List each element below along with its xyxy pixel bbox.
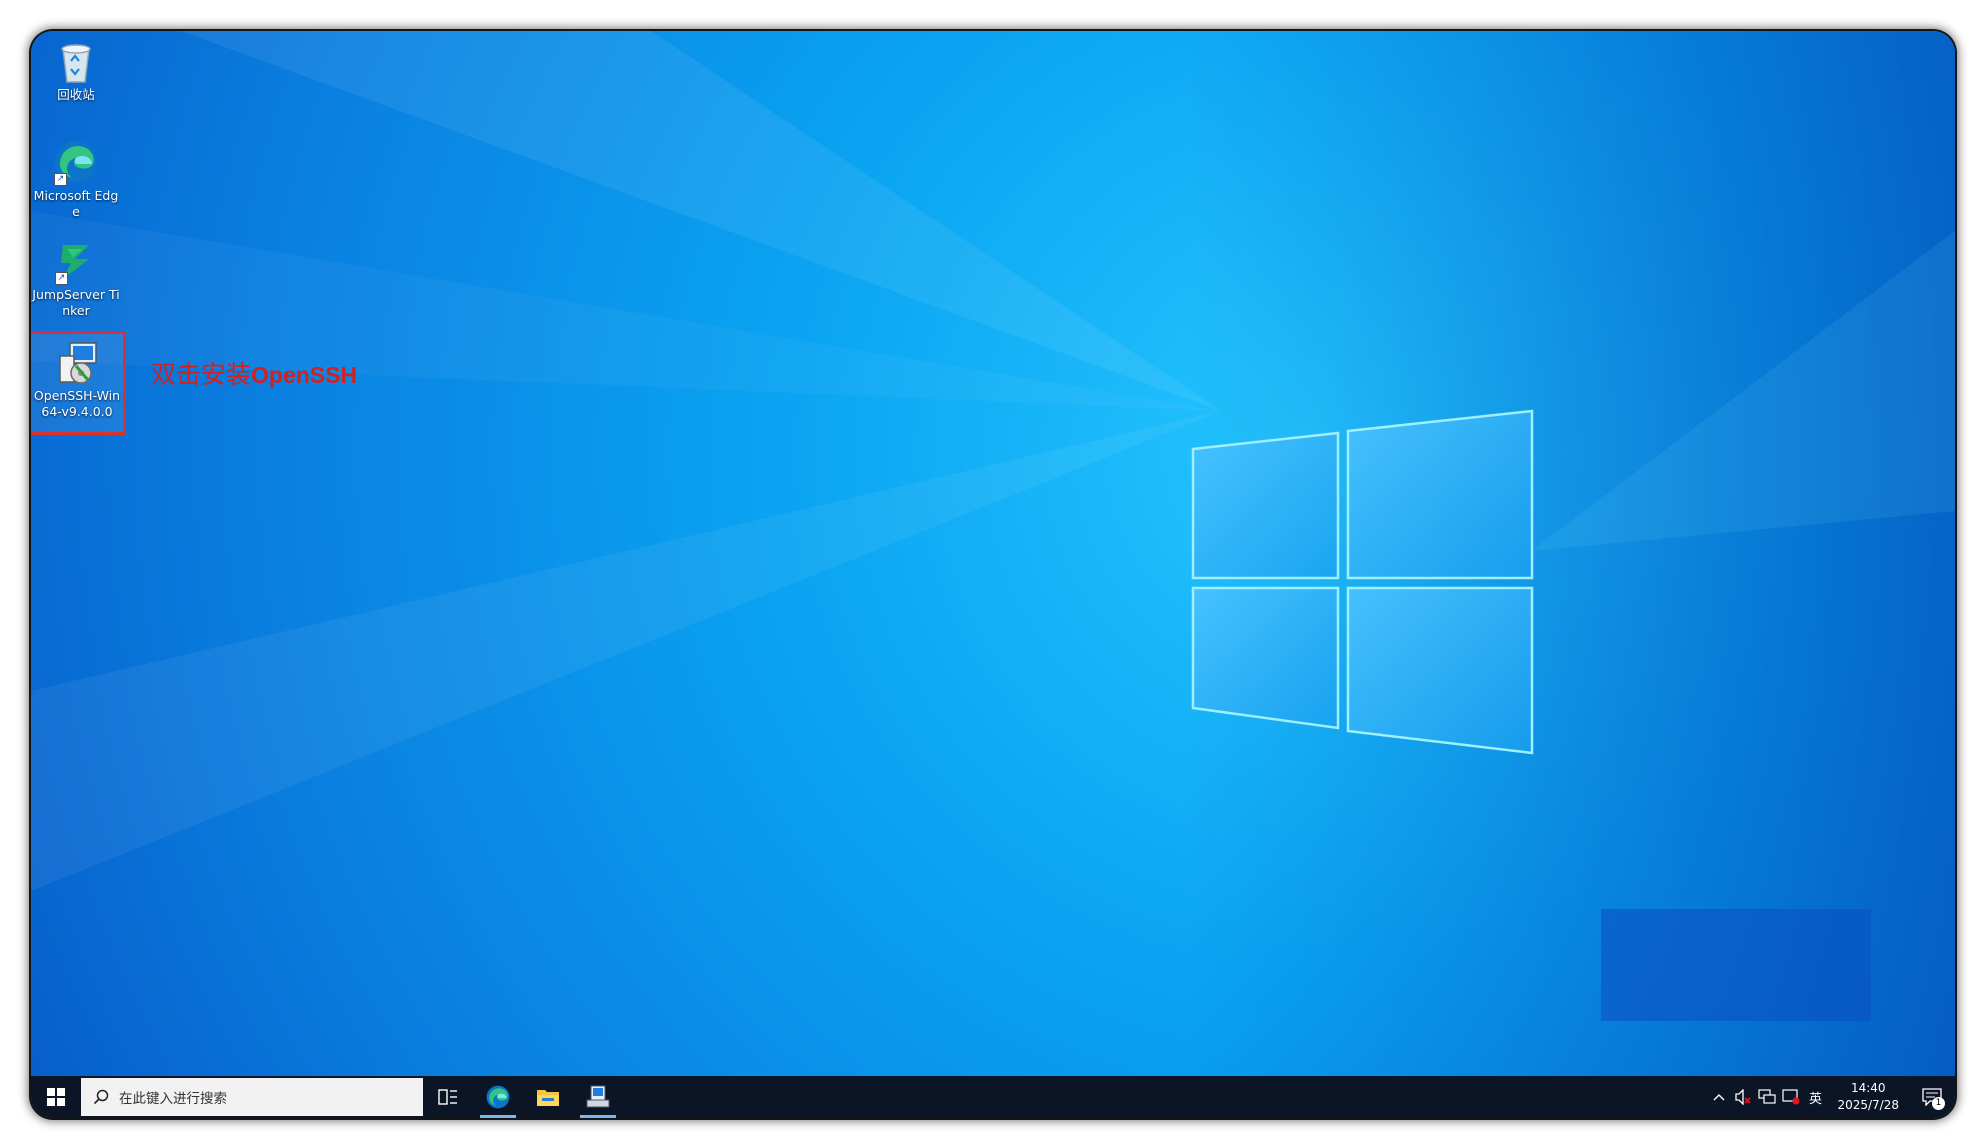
- security-warning-icon: [1782, 1089, 1800, 1105]
- task-view-icon: [438, 1089, 457, 1105]
- annotation-latin-text: OpenSSH: [251, 362, 358, 388]
- wallpaper: [31, 31, 1955, 1076]
- desktop-icon-label: Microsoft Edge: [33, 188, 119, 219]
- network-icon: [1758, 1089, 1777, 1104]
- windows-logo-icon: [47, 1088, 65, 1106]
- notification-count-badge: 1: [1932, 1097, 1945, 1110]
- screen-frame: 回收站 ↗ Microsoft Edge ↗ JumpServer Tinker…: [31, 31, 1955, 1118]
- security-button[interactable]: [1779, 1076, 1803, 1118]
- system-tray: 英 14:40 2025/7/28 1: [1707, 1076, 1955, 1118]
- installer-icon: [59, 342, 97, 384]
- annotation-cjk-text: 双击安装: [151, 360, 252, 389]
- task-view-button[interactable]: [423, 1076, 473, 1118]
- edge-icon: [486, 1085, 510, 1109]
- shortcut-arrow-icon: ↗: [54, 173, 67, 186]
- file-explorer-icon: [537, 1090, 559, 1106]
- search-placeholder: 在此键入进行搜索: [119, 1091, 227, 1107]
- desktop-icon-microsoft-edge[interactable]: ↗ Microsoft Edge: [31, 138, 121, 220]
- taskbar-search-box[interactable]: 在此键入进行搜索: [81, 1078, 423, 1116]
- desktop-icon-jumpserver-tinker[interactable]: ↗ JumpServer Tinker: [31, 239, 121, 319]
- taskbar-file-explorer-button[interactable]: [523, 1076, 573, 1118]
- instruction-annotation: 双击安装OpenSSH: [151, 355, 357, 391]
- desktop-icon-label: JumpServer Tinker: [32, 287, 120, 318]
- desktop-icon-label: 回收站: [57, 87, 95, 102]
- volume-muted-icon: [1735, 1089, 1752, 1105]
- input-method-indicator[interactable]: 英: [1803, 1076, 1827, 1118]
- shortcut-arrow-icon: ↗: [55, 272, 68, 285]
- start-button[interactable]: [31, 1076, 81, 1118]
- desktop-icon-label: OpenSSH-Win64-v9.4.0.0: [33, 388, 121, 419]
- ime-label: 英: [1808, 1091, 1822, 1107]
- action-center-button[interactable]: 1: [1909, 1076, 1955, 1118]
- taskbar-clock[interactable]: 14:40 2025/7/28: [1827, 1080, 1909, 1114]
- taskbar: 在此键入进行搜索 英 14:40 2025/7/28 1: [31, 1076, 1955, 1118]
- installer-icon: [586, 1085, 610, 1108]
- recycle-bin-icon: [61, 44, 91, 83]
- show-hidden-icons-button[interactable]: [1707, 1076, 1731, 1118]
- desktop-icon-recycle-bin[interactable]: 回收站: [31, 39, 121, 103]
- network-button[interactable]: [1755, 1076, 1779, 1118]
- clock-date: 2025/7/28: [1837, 1098, 1899, 1112]
- chevron-up-icon: [1713, 1094, 1725, 1101]
- volume-button[interactable]: [1731, 1076, 1755, 1118]
- taskbar-edge-button[interactable]: [473, 1076, 523, 1118]
- search-icon: [93, 1089, 109, 1105]
- desktop[interactable]: 回收站 ↗ Microsoft Edge ↗ JumpServer Tinker…: [31, 31, 1955, 1076]
- taskbar-installer-button[interactable]: [573, 1076, 623, 1118]
- clock-time: 14:40: [1850, 1081, 1886, 1095]
- desktop-icon-openssh-installer[interactable]: OpenSSH-Win64-v9.4.0.0: [31, 331, 126, 435]
